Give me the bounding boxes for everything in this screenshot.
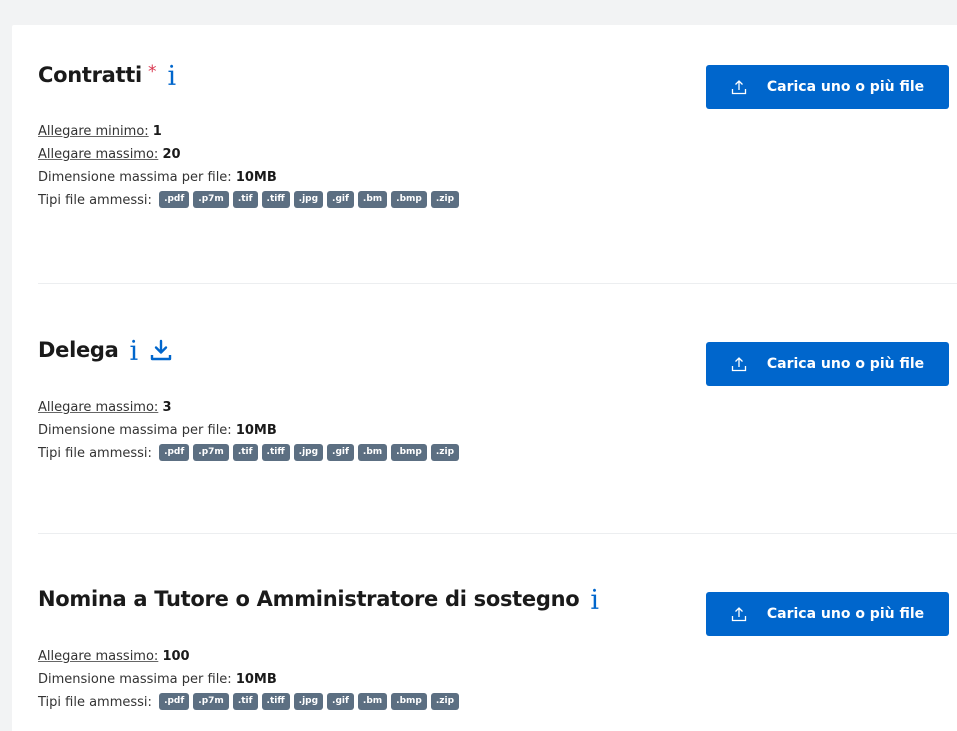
- file-type-badge: .tiff: [261, 444, 290, 461]
- max-value: 100: [162, 649, 190, 664]
- min-attachments: Allegare minimo: 1: [38, 120, 459, 143]
- file-type-badge: .pdf: [159, 444, 190, 461]
- attachment-rules: Allegare massimo: 3 Dimensione massima p…: [38, 396, 460, 465]
- info-icon[interactable]: i: [590, 587, 599, 614]
- min-label: Allegare minimo:: [38, 124, 149, 139]
- file-type-badge: .p7m: [193, 444, 229, 461]
- file-type-badge: .bm: [357, 191, 388, 208]
- max-file-size: Dimensione massima per file: 10MB: [38, 166, 459, 189]
- info-icon[interactable]: i: [130, 338, 139, 365]
- section-header: Delega i: [38, 332, 172, 368]
- max-attachments: Allegare massimo: 20: [38, 143, 459, 166]
- file-type-badge: .tif: [232, 191, 258, 208]
- max-label: Allegare massimo:: [38, 649, 159, 664]
- max-value: 3: [162, 400, 172, 415]
- section-divider: [38, 533, 957, 534]
- section-header: Nomina a Tutore o Amministratore di sost…: [38, 581, 599, 617]
- file-type-badge: .gif: [327, 191, 354, 208]
- file-type-list: .pdf .p7m .tif .tiff .jpg .gif .bm .bmp …: [159, 444, 460, 461]
- file-type-badge: .bm: [357, 444, 388, 461]
- types-label: Tipi file ammessi:: [38, 193, 152, 208]
- size-value: 10MB: [235, 672, 277, 687]
- file-type-list: .pdf .p7m .tif .tiff .jpg .gif .bm .bmp …: [159, 693, 460, 710]
- max-label: Allegare massimo:: [38, 400, 159, 415]
- file-type-badge: .jpg: [293, 693, 324, 710]
- file-type-list: .pdf .p7m .tif .tiff .jpg .gif .bm .bmp …: [159, 191, 460, 208]
- size-label: Dimensione massima per file:: [38, 170, 232, 185]
- upload-button-label: Carica uno o più file: [766, 606, 925, 622]
- allowed-file-types: Tipi file ammessi: .pdf .p7m .tif .tiff …: [38, 189, 460, 212]
- section-title: Delega: [38, 338, 119, 362]
- info-icon[interactable]: i: [167, 63, 176, 90]
- section-nomina-tutore: Nomina a Tutore o Amministratore di sost…: [38, 581, 957, 731]
- file-type-badge: .tif: [232, 444, 258, 461]
- file-type-badge: .zip: [430, 693, 460, 710]
- file-type-badge: .pdf: [159, 693, 190, 710]
- upload-icon: [731, 79, 747, 95]
- file-type-badge: .pdf: [159, 191, 190, 208]
- section-title: Contratti: [38, 63, 142, 87]
- file-type-badge: .tiff: [261, 693, 290, 710]
- max-file-size: Dimensione massima per file: 10MB: [38, 419, 459, 442]
- max-value: 20: [162, 147, 181, 162]
- required-marker: *: [147, 62, 157, 82]
- allowed-file-types: Tipi file ammessi: .pdf .p7m .tif .tiff …: [38, 442, 460, 465]
- section-delega: Delega i Carica uno o più file Allegare …: [38, 332, 957, 492]
- file-type-badge: .zip: [430, 444, 460, 461]
- upload-button-label: Carica uno o più file: [766, 79, 925, 95]
- allowed-file-types: Tipi file ammessi: .pdf .p7m .tif .tiff …: [38, 691, 460, 714]
- file-type-badge: .bmp: [391, 444, 427, 461]
- file-type-badge: .bmp: [391, 693, 427, 710]
- size-value: 10MB: [235, 170, 277, 185]
- upload-files-button[interactable]: Carica uno o più file: [706, 342, 949, 386]
- file-type-badge: .bmp: [391, 191, 427, 208]
- max-label: Allegare massimo:: [38, 147, 159, 162]
- file-type-badge: .jpg: [293, 444, 324, 461]
- file-type-badge: .zip: [430, 191, 460, 208]
- section-header: Contratti * i: [38, 57, 176, 93]
- section-contratti: Contratti * i Carica uno o più file Alle…: [38, 57, 957, 257]
- attachment-rules: Allegare massimo: 100 Dimensione massima…: [38, 645, 460, 714]
- file-type-badge: .p7m: [193, 191, 229, 208]
- file-type-badge: .bm: [357, 693, 388, 710]
- types-label: Tipi file ammessi:: [38, 446, 152, 461]
- upload-icon: [731, 606, 747, 622]
- min-value: 1: [152, 124, 162, 139]
- attachment-rules: Allegare minimo: 1 Allegare massimo: 20 …: [38, 120, 460, 212]
- max-attachments: Allegare massimo: 3: [38, 396, 459, 419]
- upload-icon: [731, 356, 747, 372]
- file-type-badge: .p7m: [193, 693, 229, 710]
- file-type-badge: .gif: [327, 444, 354, 461]
- download-icon[interactable]: [150, 339, 172, 361]
- upload-files-button[interactable]: Carica uno o più file: [706, 592, 949, 636]
- upload-button-label: Carica uno o più file: [766, 356, 925, 372]
- file-type-badge: .jpg: [293, 191, 324, 208]
- file-type-badge: .gif: [327, 693, 354, 710]
- size-value: 10MB: [235, 423, 277, 438]
- file-type-badge: .tiff: [261, 191, 290, 208]
- size-label: Dimensione massima per file:: [38, 672, 232, 687]
- section-divider: [38, 283, 957, 284]
- types-label: Tipi file ammessi:: [38, 695, 152, 710]
- upload-files-button[interactable]: Carica uno o più file: [706, 65, 949, 109]
- max-attachments: Allegare massimo: 100: [38, 645, 459, 668]
- size-label: Dimensione massima per file:: [38, 423, 232, 438]
- attachments-card: Contratti * i Carica uno o più file Alle…: [12, 25, 957, 731]
- file-type-badge: .tif: [232, 693, 258, 710]
- section-title: Nomina a Tutore o Amministratore di sost…: [38, 587, 580, 611]
- max-file-size: Dimensione massima per file: 10MB: [38, 668, 459, 691]
